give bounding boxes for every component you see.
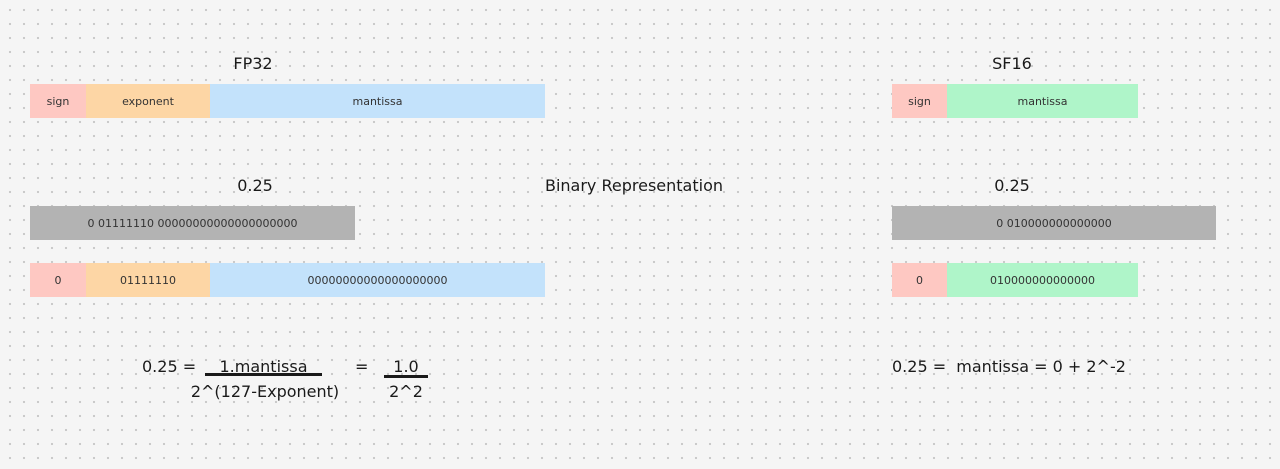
fp32-title: FP32 bbox=[233, 54, 273, 73]
sf16-formula: 0.25 = mantissa = 0 + 2^-2 bbox=[892, 357, 1126, 376]
sf16-fields-bar: 0 010000000000000 bbox=[892, 263, 1138, 297]
sf16-mantissa-segment: mantissa bbox=[947, 84, 1138, 118]
fp32-value-title: 0.25 bbox=[237, 176, 273, 195]
sf16-mantissa-field: 010000000000000 bbox=[947, 263, 1138, 297]
fp32-format-bar: sign exponent mantissa bbox=[30, 84, 545, 118]
fp32-formula-numerator2: 1.0 bbox=[393, 357, 419, 376]
sf16-title: SF16 bbox=[992, 54, 1032, 73]
sf16-format-bar: sign mantissa bbox=[892, 84, 1138, 118]
fp32-formula-equals: = bbox=[355, 357, 369, 376]
fp32-fraction-line2 bbox=[384, 375, 428, 378]
fp32-formula-denominator: 2^(127-Exponent) bbox=[190, 382, 340, 401]
fp32-exponent-segment: exponent bbox=[86, 84, 210, 118]
fp32-fields-bar: 0 01111110 00000000000000000000 bbox=[30, 263, 545, 297]
fp32-exponent-field: 01111110 bbox=[86, 263, 210, 297]
fp32-fraction-line bbox=[205, 373, 322, 376]
sf16-sign-segment: sign bbox=[892, 84, 947, 118]
fp32-sign-segment: sign bbox=[30, 84, 86, 118]
fp32-formula-lhs: 0.25 = bbox=[142, 357, 197, 376]
sf16-sign-field: 0 bbox=[892, 263, 947, 297]
sf16-binary-bar: 0 010000000000000 bbox=[892, 206, 1216, 240]
sf16-value-title: 0.25 bbox=[994, 176, 1030, 195]
fp32-formula-denominator2: 2^2 bbox=[389, 382, 423, 401]
sf16-binary-value: 0 010000000000000 bbox=[892, 206, 1216, 240]
binary-representation-label: Binary Representation bbox=[544, 176, 723, 195]
fp32-binary-value: 0 01111110 00000000000000000000 bbox=[30, 206, 355, 240]
fp32-binary-bar: 0 01111110 00000000000000000000 bbox=[30, 206, 355, 240]
fp32-mantissa-segment: mantissa bbox=[210, 84, 545, 118]
fp32-sign-field: 0 bbox=[30, 263, 86, 297]
fp32-mantissa-field: 00000000000000000000 bbox=[210, 263, 545, 297]
